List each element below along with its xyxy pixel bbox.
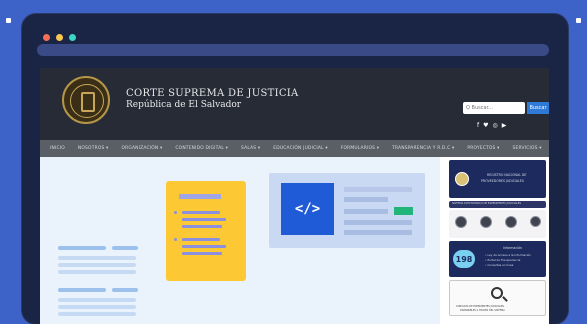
banner-informacion[interactable]: 198 Información • Ley de Acceso a la Inf… [449, 241, 546, 277]
instagram-icon[interactable]: ◎ [493, 123, 498, 129]
code-icon: </> [281, 183, 334, 235]
browser-toolbar [22, 14, 568, 64]
bullet-dot [174, 211, 177, 214]
consult-line-2: DISPONIBLES A TRAVÉS DEL SISTEMA [460, 309, 505, 312]
social-links: f ♥ ◎ ▶ [477, 123, 506, 129]
search-button[interactable]: Buscar [527, 102, 549, 114]
code-window-illustration: </> [269, 173, 425, 248]
nav-item-inicio[interactable]: INICIO [50, 146, 65, 151]
code-line [344, 209, 388, 214]
service-icon-1[interactable] [455, 216, 467, 228]
minimize-window-dot[interactable] [56, 34, 63, 41]
expedientes-bar[interactable]: SISTEMA ELECTRÓNICO DE EXPEDIENTES JUDIC… [449, 201, 546, 208]
registry-emblem-icon [455, 172, 469, 186]
document-line [182, 252, 222, 255]
search-input[interactable] [463, 102, 525, 114]
info-line-1: • Ley de Acceso a la Información [485, 253, 532, 257]
placeholder-line [112, 246, 138, 250]
corner-mark [6, 18, 11, 23]
info-title: Información [503, 246, 522, 250]
code-line [344, 187, 412, 192]
number-badge: 198 [453, 250, 475, 268]
document-line [182, 211, 220, 214]
twitter-icon[interactable]: ♥ [483, 123, 488, 129]
icon-row [449, 210, 546, 238]
document-heading-bar [179, 194, 221, 199]
hero-illustration: </> [40, 157, 440, 324]
placeholder-line [58, 263, 136, 267]
code-line [344, 230, 412, 235]
bullet-dot [174, 238, 177, 241]
banner1-line1: REGISTRO NACIONAL DE [487, 173, 527, 177]
document-line [182, 245, 226, 248]
service-icon-4[interactable] [530, 216, 541, 227]
site-title[interactable]: CORTE SUPREMA DE JUSTICIA [126, 88, 299, 99]
document-line [182, 225, 222, 228]
document-line [182, 238, 220, 241]
service-icon-3[interactable] [505, 216, 517, 228]
banner-consulta[interactable]: CONSULTA DE EXPEDIENTES JUDICIALES DISPO… [449, 280, 546, 316]
nav-item-contenido-digital[interactable]: CONTENIDO DIGITAL ▾ [175, 146, 228, 151]
browser-window: CORTE SUPREMA DE JUSTICIA República de E… [22, 14, 568, 324]
main-nav: INICIO NOSOTROS ▾ ORGANIZACIÓN ▾ CONTENI… [40, 140, 549, 157]
placeholder-line [58, 298, 136, 302]
placeholder-line [58, 305, 136, 309]
corner-mark [576, 18, 581, 23]
placeholder-line [58, 312, 136, 316]
placeholder-line [58, 270, 136, 274]
code-line [344, 197, 388, 202]
placeholder-line [112, 288, 138, 292]
nav-item-salas[interactable]: SALAS ▾ [241, 146, 260, 151]
sidebar-banners: REGISTRO NACIONAL DE PROVEEDORES JUDICIA… [449, 160, 546, 320]
info-line-3: • Consultas en línea [485, 263, 514, 267]
facebook-icon[interactable]: f [477, 123, 479, 129]
close-window-dot[interactable] [43, 34, 50, 41]
placeholder-line [58, 288, 106, 292]
nav-item-educacion-judicial[interactable]: EDUCACIÓN JUDICIAL ▾ [273, 146, 327, 151]
banner-registro-proveedores[interactable]: REGISTRO NACIONAL DE PROVEEDORES JUDICIA… [449, 160, 546, 198]
banner1-line2: PROVEEDORES JUDICIALES [481, 179, 524, 183]
website: CORTE SUPREMA DE JUSTICIA República de E… [40, 68, 549, 324]
code-line [344, 220, 412, 225]
code-highlight [394, 207, 413, 215]
site-subtitle: República de El Salvador [126, 100, 242, 110]
nav-item-transparencia[interactable]: TRANSPARENCIA Y R.D.C ▾ [392, 146, 454, 151]
youtube-icon[interactable]: ▶ [502, 123, 507, 129]
window-controls [43, 34, 76, 41]
court-seal-logo[interactable] [62, 76, 110, 124]
nav-item-proyectos[interactable]: PROYECTOS ▾ [467, 146, 499, 151]
service-icon-2[interactable] [480, 216, 492, 228]
nav-item-nosotros[interactable]: NOSOTROS ▾ [78, 146, 109, 151]
maximize-window-dot[interactable] [69, 34, 76, 41]
address-bar[interactable] [37, 44, 549, 56]
info-line-2: • Portal de Transparencia [485, 258, 521, 262]
placeholder-line [58, 246, 106, 250]
placeholder-line [58, 256, 136, 260]
nav-item-servicios[interactable]: SERVICIOS ▾ [513, 146, 542, 151]
document-line [182, 218, 226, 221]
site-header: CORTE SUPREMA DE JUSTICIA República de E… [40, 68, 549, 140]
expedientes-bar-text: SISTEMA ELECTRÓNICO DE EXPEDIENTES JUDIC… [452, 202, 522, 205]
magnifier-icon [491, 287, 503, 299]
nav-item-organizacion[interactable]: ORGANIZACIÓN ▾ [121, 146, 162, 151]
nav-item-formularios[interactable]: FORMULARIOS ▾ [341, 146, 379, 151]
document-card-illustration [166, 181, 246, 281]
